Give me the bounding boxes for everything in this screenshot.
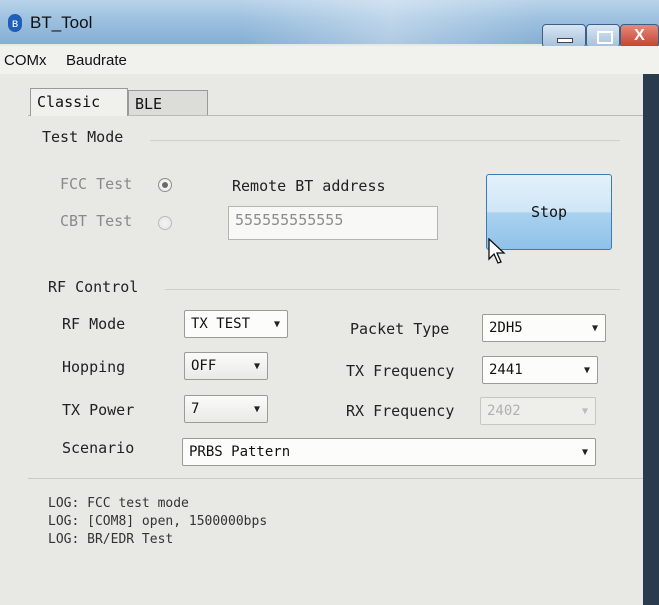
rf-mode-value: TX TEST: [191, 316, 251, 332]
hopping-value: OFF: [191, 358, 217, 374]
chevron-down-icon: ▼: [273, 319, 280, 330]
rx-frequency-label: RX Frequency: [346, 402, 455, 420]
scenario-select[interactable]: PRBS Pattern ▼: [182, 438, 596, 466]
packet-type-value: 2DH5: [489, 320, 523, 336]
chevron-down-icon: ▼: [253, 361, 260, 372]
maximize-button[interactable]: [586, 24, 620, 48]
group-divider: [165, 289, 620, 290]
title-bar-glare: [240, 0, 540, 44]
window-edge: [643, 74, 659, 605]
tx-frequency-label: TX Frequency: [346, 362, 455, 380]
cbt-test-radio[interactable]: [158, 216, 172, 230]
minimize-button[interactable]: [542, 24, 586, 48]
test-mode-title: Test Mode: [42, 128, 124, 146]
rf-mode-label: RF Mode: [62, 315, 126, 333]
tx-frequency-value: 2441: [489, 362, 523, 378]
maximize-icon: [597, 31, 613, 44]
chevron-down-icon: ▼: [583, 365, 590, 376]
packet-type-label: Packet Type: [350, 320, 450, 338]
tx-power-label: TX Power: [62, 401, 135, 419]
cbt-test-label: CBT Test: [60, 212, 133, 230]
scenario-value: PRBS Pattern: [189, 444, 291, 460]
remote-bt-address-field[interactable]: 555555555555: [228, 206, 438, 240]
log-area[interactable]: LOG: FCC test mode LOG: [COM8] open, 150…: [40, 490, 640, 590]
log-divider: [28, 478, 643, 479]
mouse-cursor-icon: [488, 238, 506, 264]
hopping-label: Hopping: [62, 358, 126, 376]
tab-ble[interactable]: BLE: [128, 90, 208, 116]
close-icon: X: [634, 27, 645, 44]
window-title: BT_Tool: [30, 13, 93, 32]
menu-bar: COMx Baudrate: [0, 46, 659, 74]
scenario-label: Scenario: [62, 439, 135, 457]
tx-power-value: 7: [191, 401, 200, 417]
log-line: LOG: [COM8] open, 1500000bps: [48, 514, 268, 529]
tab-classic[interactable]: Classic: [30, 88, 128, 116]
log-line: LOG: BR/EDR Test: [48, 532, 174, 547]
tx-frequency-select[interactable]: 2441 ▼: [482, 356, 598, 384]
menu-baudrate[interactable]: Baudrate: [66, 52, 127, 69]
app-window: ʙ BT_Tool X COMx Baudrate Classic BLE Te…: [0, 0, 659, 605]
chevron-down-icon: ▼: [581, 447, 588, 458]
log-line: LOG: FCC test mode: [48, 496, 189, 511]
hopping-select[interactable]: OFF ▼: [184, 352, 268, 380]
rf-control-title: RF Control: [48, 278, 139, 296]
rx-frequency-select: 2402 ▼: [480, 397, 596, 425]
title-bar[interactable]: ʙ BT_Tool X: [0, 0, 659, 48]
chevron-down-icon: ▼: [581, 406, 588, 417]
chevron-down-icon: ▼: [253, 404, 260, 415]
rf-mode-select[interactable]: TX TEST ▼: [184, 310, 288, 338]
chevron-down-icon: ▼: [591, 323, 598, 334]
remote-bt-address-label: Remote BT address: [232, 177, 386, 195]
group-divider: [150, 140, 620, 141]
fcc-test-label: FCC Test: [60, 175, 133, 193]
fcc-test-radio[interactable]: [158, 178, 172, 192]
tx-power-select[interactable]: 7 ▼: [184, 395, 268, 423]
bluetooth-icon: ʙ: [8, 14, 22, 32]
close-button[interactable]: X: [620, 24, 659, 48]
packet-type-select[interactable]: 2DH5 ▼: [482, 314, 606, 342]
menu-comx[interactable]: COMx: [4, 52, 47, 69]
minimize-icon: [557, 38, 573, 43]
rx-frequency-value: 2402: [487, 403, 521, 419]
